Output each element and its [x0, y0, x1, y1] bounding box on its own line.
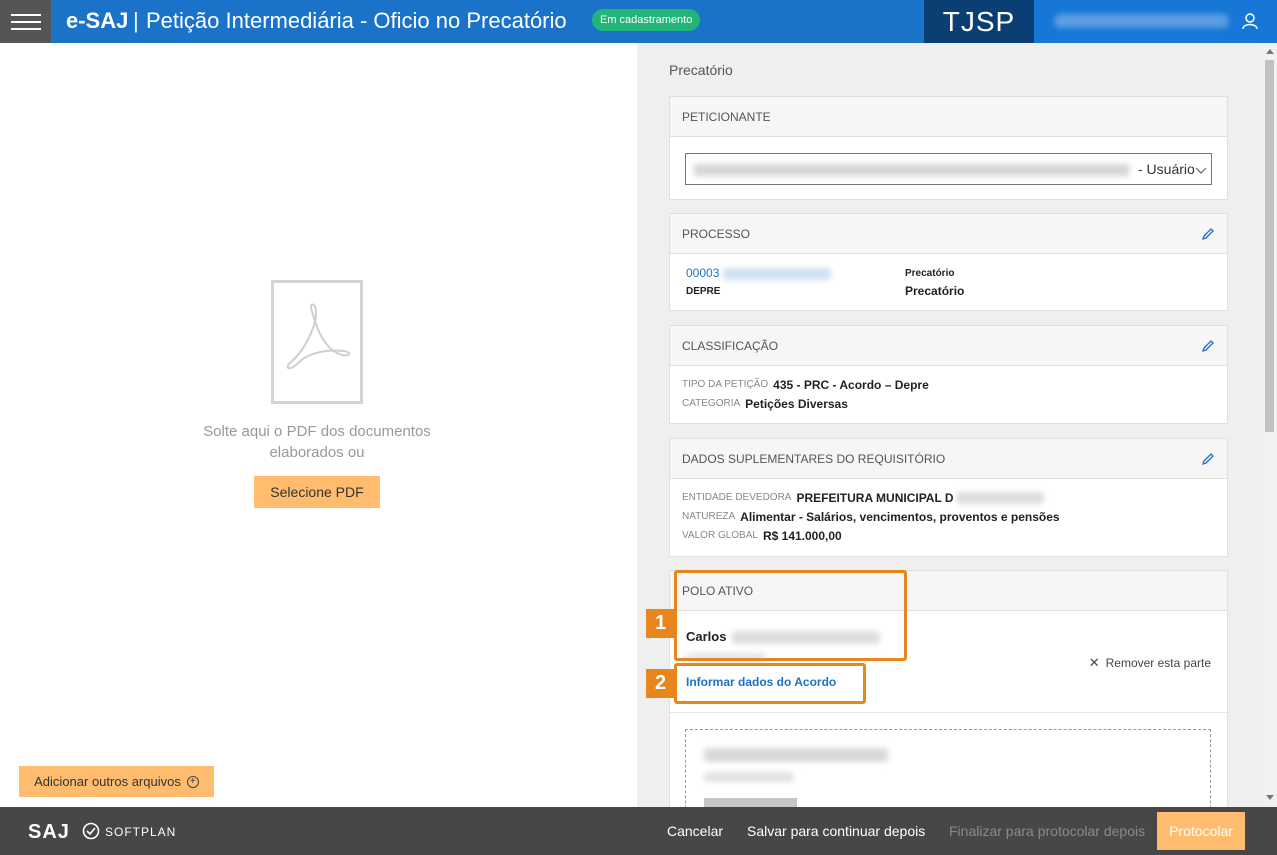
remove-party-label: Remover esta parte — [1105, 656, 1211, 670]
scroll-up-icon[interactable] — [1266, 49, 1274, 54]
card-header: DADOS SUPLEMENTARES DO REQUISITÓRIO — [670, 439, 1227, 479]
pdf-document-icon — [271, 280, 363, 404]
redacted-name — [694, 164, 1129, 176]
callout-highlight-1 — [674, 570, 907, 661]
entidade-label: ENTIDADE DEVEDORA — [682, 492, 792, 503]
agreement-action-button[interactable] — [704, 798, 797, 807]
page-title: Petição Intermediária - Oficio no Precat… — [146, 8, 567, 33]
scroll-down-icon[interactable] — [1266, 795, 1274, 800]
tipo-value: 435 - PRC - Acordo – Depre — [773, 377, 929, 392]
softplan-logo-icon — [82, 822, 100, 840]
peticionante-card: PETICIONANTE - Usuário — [669, 96, 1228, 200]
saj-logo: SAJ — [28, 821, 70, 843]
natureza-label: NATUREZA — [682, 511, 736, 522]
menu-line — [10, 20, 41, 23]
redacted-entity — [955, 491, 1044, 504]
dados-suplementares-card: DADOS SUPLEMENTARES DO REQUISITÓRIO ENTI… — [669, 438, 1228, 557]
user-name-redacted — [1054, 14, 1229, 28]
vertical-scrollbar[interactable] — [1262, 43, 1277, 807]
status-badge: Em cadastramento — [592, 9, 701, 31]
redacted-process-number — [722, 267, 831, 280]
remove-party-button[interactable]: ✕ Remover esta parte — [1089, 655, 1211, 671]
callout-highlight-2 — [674, 663, 866, 704]
redacted-agreement-subtitle — [704, 772, 794, 782]
add-files-label: Adicionar outros arquivos — [34, 774, 181, 789]
agreement-section — [670, 712, 1227, 807]
natureza-value: Alimentar - Salários, vencimentos, prove… — [740, 509, 1060, 524]
tipo-peticao-row: TIPO DA PETIÇÃO 435 - PRC - Acordo – Dep… — [670, 375, 1227, 394]
hamburger-menu-button[interactable] — [0, 0, 51, 43]
card-header-label: CLASSIFICAÇÃO — [682, 338, 779, 353]
save-for-later-button[interactable]: Salvar para continuar depois — [747, 807, 925, 855]
class-value: Precatório — [905, 284, 965, 298]
process-number[interactable]: 00003 — [686, 266, 831, 280]
menu-line — [10, 27, 41, 30]
plus-circle-icon: + — [186, 775, 199, 788]
court-unit: DEPRE — [686, 286, 721, 297]
process-number-link[interactable]: 00003 — [686, 266, 719, 280]
chevron-down-icon — [1195, 167, 1207, 174]
valor-value: R$ 141.000,00 — [762, 528, 842, 543]
classificacao-card: CLASSIFICAÇÃO TIPO DA PETIÇÃO 435 - PRC … — [669, 325, 1228, 424]
peticionante-select[interactable]: - Usuário — [685, 153, 1212, 185]
card-header-label: DADOS SUPLEMENTARES DO REQUISITÓRIO — [682, 451, 946, 466]
menu-line — [10, 13, 41, 16]
callout-number-2: 2 — [646, 669, 675, 698]
scroll-thumb[interactable] — [1265, 60, 1274, 432]
top-bar: e-SAJ | Petição Intermediária - Oficio n… — [0, 0, 1277, 43]
title-separator: | — [133, 8, 139, 33]
valor-label: VALOR GLOBAL — [682, 530, 758, 541]
tipo-label: TIPO DA PETIÇÃO — [682, 379, 769, 390]
softplan-logo-text: SOFTPLAN — [105, 825, 177, 839]
edit-pencil-icon[interactable] — [1201, 227, 1215, 241]
callout-number-1: 1 — [646, 609, 675, 638]
processo-card: PROCESSO 00003 DEPRE Precatório Precatór… — [669, 213, 1228, 311]
edit-pencil-icon[interactable] — [1201, 452, 1215, 466]
agreement-drop-box — [685, 729, 1211, 807]
categoria-label: CATEGORIA — [682, 398, 741, 409]
bottom-action-bar: SAJ SOFTPLAN Cancelar Salvar para contin… — [0, 807, 1277, 855]
drop-instructions: Solte aqui o PDF dos documentos elaborad… — [203, 423, 431, 461]
user-menu[interactable] — [1034, 0, 1277, 43]
categoria-row: CATEGORIA Petições Diversas — [670, 394, 1227, 413]
add-other-files-button[interactable]: Adicionar outros arquivos + — [19, 766, 214, 797]
petition-form-panel: Precatório PETICIONANTE - Usuário PROCES… — [637, 43, 1262, 807]
card-header: PROCESSO — [670, 214, 1227, 254]
pdf-drop-area[interactable]: Solte aqui o PDF dos documentos elaborad… — [0, 43, 637, 807]
protocolar-button[interactable]: Protocolar — [1157, 812, 1245, 850]
close-icon: ✕ — [1088, 655, 1100, 670]
card-header-label: PROCESSO — [682, 226, 751, 241]
edit-pencil-icon[interactable] — [1201, 339, 1215, 353]
natureza-row: NATUREZA Alimentar - Salários, venciment… — [670, 507, 1227, 526]
section-title: Precatório — [669, 62, 733, 78]
user-icon[interactable] — [1240, 11, 1260, 31]
finalize-later-button[interactable]: Finalizar para protocolar depois — [949, 807, 1145, 855]
card-header: CLASSIFICAÇÃO — [670, 326, 1227, 366]
class-label: Precatório — [905, 268, 955, 279]
redacted-agreement-title — [704, 748, 888, 762]
card-header: PETICIONANTE — [670, 97, 1227, 137]
select-value-suffix: - Usuário — [1138, 161, 1195, 177]
valor-row: VALOR GLOBAL R$ 141.000,00 — [670, 526, 1227, 545]
categoria-value: Petições Diversas — [745, 396, 848, 411]
court-logo: TJSP — [924, 0, 1034, 43]
select-pdf-button[interactable]: Selecione PDF — [254, 476, 380, 508]
app-brand: e-SAJ — [66, 8, 129, 33]
cancel-button[interactable]: Cancelar — [667, 807, 723, 855]
entidade-row: ENTIDADE DEVEDORA PREFEITURA MUNICIPAL D — [670, 488, 1227, 507]
entidade-value: PREFEITURA MUNICIPAL D — [796, 490, 954, 505]
